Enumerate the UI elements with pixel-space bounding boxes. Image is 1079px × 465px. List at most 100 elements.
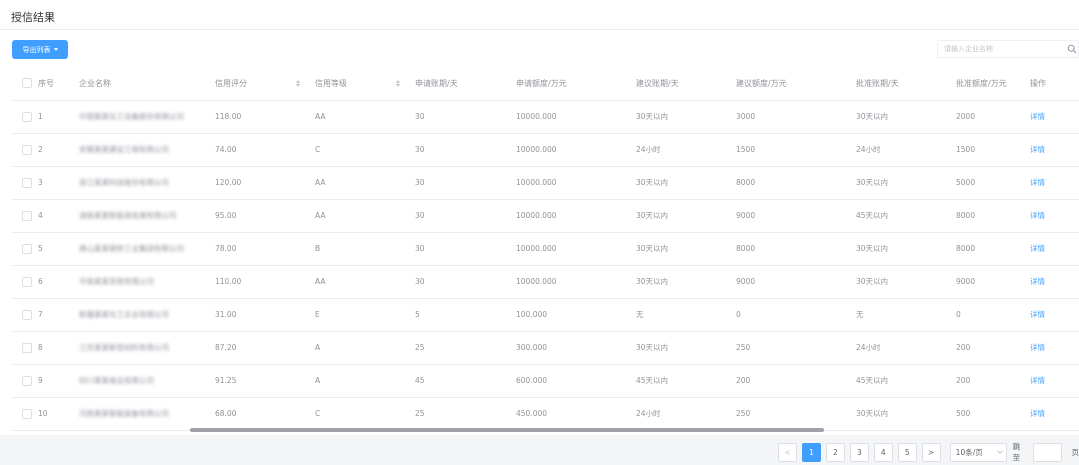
row-index: 3 <box>38 178 43 187</box>
cell-suggest-amount: 250 <box>729 331 849 365</box>
company-name: 四川某某食品有限公司 <box>79 376 154 385</box>
pagination: < 1 2 3 4 5 > 10条/页 跳至 页 <box>778 441 1079 463</box>
horizontal-scrollbar[interactable] <box>190 428 824 432</box>
search-input[interactable] <box>944 43 1054 55</box>
cell-action: 详情 <box>1023 199 1079 233</box>
table-row: 6 华南某某贸易有限公司 110.00 AA 30 10000.000 30天以内 9000 3… <box>12 265 1079 299</box>
header-apply-amount: 申请额度/万元 <box>509 67 629 101</box>
cell-action: 详情 <box>1023 265 1079 299</box>
details-link[interactable]: 详情 <box>1030 177 1045 188</box>
table-row: 10 河南某某智能装备有限公司 68.00 C 25 450.000 24小时 250 30天以… <box>12 397 1079 431</box>
page-button-1[interactable]: 1 <box>801 442 821 462</box>
details-link[interactable]: 详情 <box>1030 210 1045 221</box>
title-divider <box>0 29 1079 30</box>
cell-approve-amount: 500 <box>949 397 1023 431</box>
details-link[interactable]: 详情 <box>1030 276 1045 287</box>
details-link[interactable]: 详情 <box>1030 408 1045 419</box>
header-credit-grade[interactable]: 信用等级 <box>308 67 408 101</box>
cell-company: 华南某某贸易有限公司 <box>72 265 208 299</box>
row-checkbox[interactable] <box>22 408 32 419</box>
table-header-row: 序号 企业名称 信用评分 信用等级 申请账期/天 申请额度/万元 建议账期/天 … <box>12 67 1079 101</box>
details-link[interactable]: 详情 <box>1030 375 1045 386</box>
row-checkbox[interactable] <box>22 375 32 386</box>
cell-suggest-term: 30天以内 <box>629 199 729 233</box>
company-name: 河南某某智能装备有限公司 <box>79 409 169 418</box>
row-checkbox[interactable] <box>22 309 32 320</box>
search-box[interactable] <box>937 40 1079 58</box>
cell-apply-term: 45 <box>408 364 509 398</box>
row-checkbox[interactable] <box>22 144 32 155</box>
jump-page-input[interactable] <box>1032 442 1063 462</box>
page-button-4[interactable]: 4 <box>873 442 893 462</box>
cell-credit-score: 78.00 <box>208 232 308 266</box>
cell-apply-amount: 10000.000 <box>509 199 629 233</box>
table-row: 3 浙江某某科技股份有限公司 120.00 AA 30 10000.000 30天以内 800… <box>12 166 1079 200</box>
header-suggest-amount: 建议额度/万元 <box>729 67 849 101</box>
cell-action: 详情 <box>1023 331 1079 365</box>
cell-credit-grade: A <box>308 364 408 398</box>
search-icon[interactable] <box>1067 44 1077 54</box>
chevron-down-icon <box>996 448 1003 454</box>
cell-suggest-amount: 8000 <box>729 232 849 266</box>
cell-index: 2 <box>12 133 72 167</box>
cell-approve-term: 45天以内 <box>849 199 949 233</box>
sort-icon[interactable] <box>396 79 400 87</box>
prev-page-button[interactable]: < <box>778 442 797 462</box>
company-name: 唐山某某钢铁工业集团有限公司 <box>79 244 184 253</box>
cell-action: 详情 <box>1023 232 1079 266</box>
header-apply-term: 申请账期/天 <box>408 67 509 101</box>
page-button-5[interactable]: 5 <box>897 442 917 462</box>
next-page-button[interactable]: > <box>921 442 941 462</box>
page-button-3[interactable]: 3 <box>849 442 869 462</box>
row-index: 8 <box>38 343 43 352</box>
details-link[interactable]: 详情 <box>1030 111 1045 122</box>
row-checkbox[interactable] <box>22 177 32 188</box>
company-name: 中国某某化工设备股份有限公司 <box>79 112 184 121</box>
company-name: 江苏某某新型材料有限公司 <box>79 343 169 352</box>
cell-approve-term: 30天以内 <box>849 166 949 200</box>
row-checkbox[interactable] <box>22 111 32 122</box>
cell-credit-score: 87.20 <box>208 331 308 365</box>
details-link[interactable]: 详情 <box>1030 342 1045 353</box>
cell-index: 10 <box>12 397 72 431</box>
export-list-button[interactable]: 导出列表 <box>12 40 68 59</box>
cell-action: 详情 <box>1023 166 1079 200</box>
row-checkbox[interactable] <box>22 243 32 254</box>
sort-icon[interactable] <box>296 79 300 87</box>
row-checkbox[interactable] <box>22 210 32 221</box>
details-link[interactable]: 详情 <box>1030 144 1045 155</box>
table-row: 5 唐山某某钢铁工业集团有限公司 78.00 B 30 10000.000 30天以内 800… <box>12 232 1079 266</box>
cell-index: 6 <box>12 265 72 299</box>
row-index: 9 <box>38 376 43 385</box>
cell-suggest-amount: 250 <box>729 397 849 431</box>
page-button-2[interactable]: 2 <box>825 442 845 462</box>
cell-apply-term: 30 <box>408 265 509 299</box>
header-credit-score[interactable]: 信用评分 <box>208 67 308 101</box>
cell-credit-score: 91.25 <box>208 364 308 398</box>
select-all-checkbox[interactable] <box>22 78 32 89</box>
row-checkbox[interactable] <box>22 342 32 353</box>
export-list-label: 导出列表 <box>22 45 51 54</box>
cell-apply-amount: 100.000 <box>509 298 629 332</box>
cell-credit-score: 118.00 <box>208 100 308 134</box>
cell-action: 详情 <box>1023 298 1079 332</box>
cell-credit-grade: C <box>308 133 408 167</box>
details-link[interactable]: 详情 <box>1030 243 1045 254</box>
cell-index: 4 <box>12 199 72 233</box>
cell-credit-score: 120.00 <box>208 166 308 200</box>
jump-label: 跳至 <box>1012 442 1021 462</box>
cell-company: 安徽某某建设工程有限公司 <box>72 133 208 167</box>
cell-apply-term: 30 <box>408 199 509 233</box>
page-size-select[interactable]: 10条/页 <box>949 442 1007 462</box>
row-index: 2 <box>38 145 43 154</box>
cell-approve-amount: 9000 <box>949 265 1023 299</box>
caret-down-icon <box>53 48 58 51</box>
cell-apply-amount: 10000.000 <box>509 265 629 299</box>
cell-credit-score: 31.00 <box>208 298 308 332</box>
row-checkbox[interactable] <box>22 276 32 287</box>
cell-apply-amount: 450.000 <box>509 397 629 431</box>
cell-approve-amount: 0 <box>949 298 1023 332</box>
company-name: 华南某某贸易有限公司 <box>79 277 154 286</box>
cell-approve-term: 24小时 <box>849 133 949 167</box>
details-link[interactable]: 详情 <box>1030 309 1045 320</box>
